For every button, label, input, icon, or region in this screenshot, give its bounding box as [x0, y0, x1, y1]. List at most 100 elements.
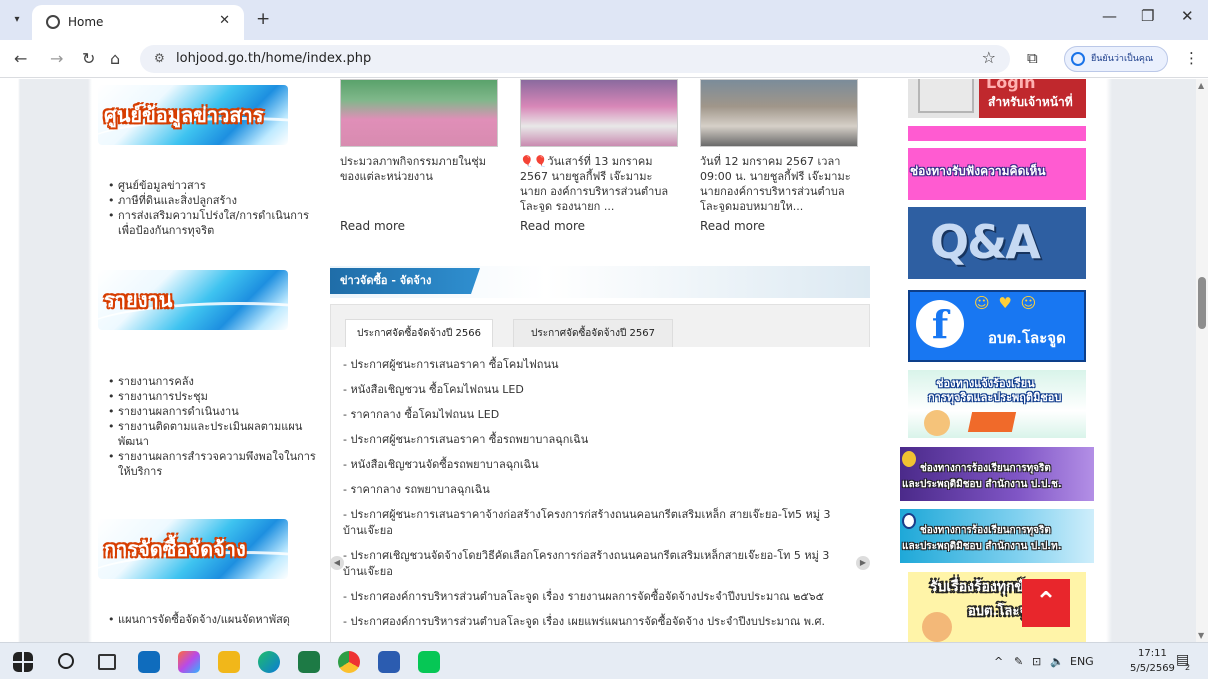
sidebar-item-land-tax[interactable]: ภาษีที่ดินและสิ่งปลูกสร้าง: [104, 193, 316, 208]
login-subtitle: สำหรับเจ้าหน้าที่: [988, 95, 1073, 109]
news-caption[interactable]: 🎈🎈วันเสาร์ที่ 13 มกราคม 2567 นายชูลกี้ฟร…: [520, 154, 678, 212]
tab-procurement-2566[interactable]: ประกาศจัดซื้อจัดจ้างปี 2566: [345, 319, 493, 347]
complaint-banner[interactable]: ช่องทางแจ้งร้องเรียน การทุจริตและประพฤติ…: [908, 370, 1086, 438]
sidebar-banner-title: ศูนย์ข้อมูลข่าวสาร: [104, 103, 264, 127]
address-bar[interactable]: ⚙ lohjood.go.th/home/index.php ☆: [140, 45, 1010, 73]
news-card[interactable]: ประมวลภาพกิจกรรมภายในชุ่มของแต่ละหน่วยงา…: [340, 79, 498, 233]
site-info-icon[interactable]: ⚙: [154, 51, 165, 65]
sidebar-banner-procurement[interactable]: การจัดซื้อจัดจ้าง: [98, 519, 288, 579]
clock[interactable]: 17:11 5/5/2569: [1130, 646, 1175, 676]
news-caption[interactable]: วันที่ 12 มกราคม 2567 เวลา 09:00 น. นายช…: [700, 154, 858, 212]
excel-icon[interactable]: [298, 651, 320, 673]
page-scrollbar[interactable]: ▲ ▼: [1196, 79, 1208, 642]
procurement-item[interactable]: - ประกาศเชิญชวนจัดจ้างโดยวิธีคัดเลือกโคร…: [343, 548, 861, 580]
pacc-line1: ช่องทางการร้องเรียนการทุจริต: [920, 463, 1051, 474]
search-icon[interactable]: [58, 653, 74, 669]
forward-icon[interactable]: →: [50, 49, 63, 68]
news-photo[interactable]: [520, 79, 678, 147]
reaction-emoji-icons: ☺ ♥ ☺: [974, 294, 1039, 312]
ppt-line2: และประพฤติมิชอบ สำนักงาน ป.ป.ท.: [902, 541, 1062, 552]
outlook-icon[interactable]: [138, 651, 160, 673]
procurement-item[interactable]: - หนังสือเชิญชวน ซื้อโคมไฟถนน LED: [343, 382, 861, 398]
sidebar-banner-info-center[interactable]: ศูนย์ข้อมูลข่าวสาร: [98, 85, 288, 145]
login-banner[interactable]: Login สำหรับเจ้าหน้าที่: [908, 79, 1086, 118]
bookmark-star-icon[interactable]: ☆: [982, 48, 996, 67]
file-explorer-icon[interactable]: [218, 651, 240, 673]
sidebar-item-satisfaction-report[interactable]: รายงานผลการสำรวจความพึงพอใจในการให้บริกา…: [104, 449, 316, 479]
start-menu-icon[interactable]: [13, 652, 33, 672]
new-tab-icon[interactable]: +: [256, 9, 270, 29]
tab-title: Home: [68, 15, 104, 29]
sidebar-item-transparency[interactable]: การส่งเสริมความโปร่งใส/การดำเนินการเพื่อ…: [104, 208, 316, 238]
back-icon[interactable]: ←: [14, 49, 27, 68]
copilot-icon[interactable]: [178, 651, 200, 673]
url-text[interactable]: lohjood.go.th/home/index.php: [176, 51, 371, 66]
person-illustration-icon: [924, 410, 950, 436]
task-view-icon[interactable]: [98, 654, 116, 670]
tab-search-chevron-icon[interactable]: ▾: [6, 10, 28, 30]
opinion-banner[interactable]: ช่องทางรับฟังความคิดเห็น: [908, 126, 1086, 200]
procurement-item[interactable]: - ราคากลาง รถพยาบาลฉุกเฉิน: [343, 482, 861, 498]
sidebar-banner-title: รายงาน: [104, 288, 173, 312]
scrollbar-thumb[interactable]: [1198, 277, 1206, 329]
close-window-icon[interactable]: ✕: [1181, 7, 1194, 25]
tray-chevron-icon[interactable]: ^: [994, 655, 1003, 668]
menu-kebab-icon[interactable]: ⋮: [1184, 49, 1199, 67]
sidebar-item-finance-report[interactable]: รายงานการคลัง: [104, 374, 316, 389]
extensions-icon[interactable]: ⧉: [1027, 49, 1038, 67]
sidebar-item-meeting-report[interactable]: รายงานการประชุม: [104, 389, 316, 404]
scroll-down-icon[interactable]: ▼: [1198, 631, 1204, 640]
procurement-item[interactable]: - หนังสือเชิญชวนจัดซื้อรถพยาบาลฉุกเฉิน: [343, 457, 861, 473]
qa-banner[interactable]: Q&A: [908, 207, 1086, 279]
volume-icon[interactable]: 🔈: [1050, 655, 1064, 668]
news-photo[interactable]: [700, 79, 858, 147]
procurement-panel: - ประกาศผู้ชนะการเสนอราคา ซื้อโคมไฟถนน -…: [331, 347, 871, 645]
language-indicator[interactable]: ENG: [1070, 655, 1094, 668]
reload-icon[interactable]: ↻: [82, 49, 95, 68]
word-icon[interactable]: [378, 651, 400, 673]
browser-tab-home[interactable]: Home ✕: [32, 5, 244, 40]
news-card[interactable]: วันที่ 12 มกราคม 2567 เวลา 09:00 น. นายช…: [700, 79, 858, 233]
restore-icon[interactable]: ❐: [1141, 7, 1154, 25]
chrome-icon[interactable]: [338, 651, 360, 673]
minimize-icon[interactable]: —: [1102, 7, 1117, 25]
sidebar-item-procurement-plan[interactable]: แผนการจัดซื้อจัดจ้าง/แผนจัดหาพัสดุ: [104, 612, 316, 627]
network-icon[interactable]: ⊡: [1032, 655, 1041, 668]
profile-verify-button[interactable]: ยืนยันว่าเป็นคุณ: [1064, 46, 1168, 72]
facebook-banner[interactable]: f ☺ ♥ ☺ อบต.โละจูด: [908, 290, 1086, 362]
pacc-complaint-banner[interactable]: ช่องทางการร้องเรียนการทุจริต และประพฤติม…: [900, 447, 1094, 501]
news-card[interactable]: 🎈🎈วันเสาร์ที่ 13 มกราคม 2567 นายชูลกี้ฟร…: [520, 79, 678, 233]
pen-icon[interactable]: ✎: [1014, 655, 1023, 668]
line-icon[interactable]: [418, 651, 440, 673]
login-title: Login: [986, 79, 1036, 92]
procurement-item[interactable]: - ประกาศผู้ชนะการเสนอราคา ซื้อโคมไฟถนน: [343, 357, 861, 373]
sidebar-item-info[interactable]: ศูนย์ข้อมูลข่าวสาร: [104, 178, 316, 193]
scroll-left-icon[interactable]: ◀: [330, 556, 344, 570]
pacc-ppt-complaint-banner[interactable]: ช่องทางการร้องเรียนการทุจริต และประพฤติม…: [900, 509, 1094, 563]
scroll-to-top-button[interactable]: ⌃: [1022, 579, 1070, 627]
tab-procurement-2567[interactable]: ประกาศจัดซื้อจัดจ้างปี 2567: [513, 319, 673, 347]
news-caption[interactable]: ประมวลภาพกิจกรรมภายในชุ่มของแต่ละหน่วยงา…: [340, 154, 498, 212]
sidebar-item-evaluation-report[interactable]: รายงานติดตามและประเมินผลตามแผนพัฒนา: [104, 419, 316, 449]
home-icon[interactable]: ⌂: [110, 49, 120, 68]
sidebar-list-info-center: ศูนย์ข้อมูลข่าวสาร ภาษีที่ดินและสิ่งปลูก…: [104, 178, 316, 238]
read-more-link[interactable]: Read more: [700, 219, 858, 233]
procurement-item[interactable]: - ประกาศผู้ชนะการเสนอราคา ซื้อรถพยาบาลฉุ…: [343, 432, 861, 448]
read-more-link[interactable]: Read more: [520, 219, 678, 233]
pacc-seal-icon: [902, 451, 916, 467]
procurement-item[interactable]: - ประกาศองค์การบริหารส่วนตำบลโละจูด เรื่…: [343, 589, 861, 605]
windows-taskbar: ^ ✎ ⊡ 🔈 ENG 17:11 5/5/2569 ▤ 2: [0, 642, 1208, 679]
qa-label: Q&A: [930, 215, 1041, 269]
procurement-item[interactable]: - ราคากลาง ซื้อโคมไฟถนน LED: [343, 407, 861, 423]
sidebar-item-performance-report[interactable]: รายงานผลการดำเนินงาน: [104, 404, 316, 419]
close-tab-icon[interactable]: ✕: [219, 13, 230, 28]
procurement-item[interactable]: - ประกาศองค์การบริหารส่วนตำบลโละจูด เรื่…: [343, 614, 861, 630]
news-photo[interactable]: [340, 79, 498, 147]
sidebar-banner-reports[interactable]: รายงาน: [98, 270, 288, 330]
edge-icon[interactable]: [258, 651, 280, 673]
procurement-item[interactable]: - ประกาศผู้ชนะการเสนอราคาจ้างก่อสร้างโคร…: [343, 507, 861, 539]
scroll-up-icon[interactable]: ▲: [1198, 81, 1204, 90]
scroll-right-icon[interactable]: ▶: [856, 556, 870, 570]
read-more-link[interactable]: Read more: [340, 219, 498, 233]
profile-label: ยืนยันว่าเป็นคุณ: [1091, 54, 1154, 64]
